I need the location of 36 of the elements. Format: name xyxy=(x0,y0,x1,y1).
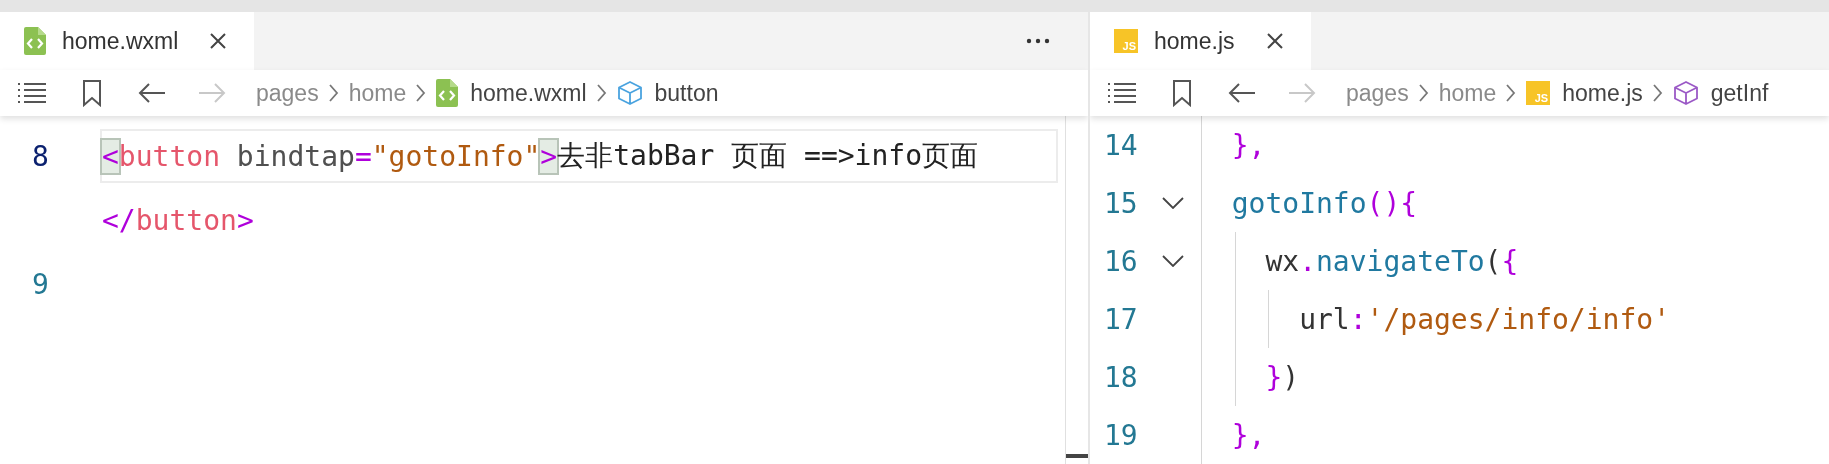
breadcrumb-item[interactable]: getInf xyxy=(1672,79,1769,107)
editor-tab[interactable]: home.wxml xyxy=(0,12,255,70)
code-line: wx.navigateTo({ xyxy=(1198,232,1829,290)
line-number: 17 xyxy=(1104,302,1139,336)
line-number: 15 xyxy=(1104,186,1139,220)
more-icon[interactable] xyxy=(1026,38,1050,44)
code-line: gotoInfo(){ xyxy=(1198,174,1829,232)
chevron-right-icon xyxy=(328,84,339,102)
line-number: 8 xyxy=(32,139,49,173)
breadcrumb-item[interactable]: button xyxy=(616,79,719,107)
chevron-right-icon xyxy=(596,84,607,102)
line-number: 16 xyxy=(1104,244,1139,278)
js-file-icon: JS xyxy=(1526,81,1551,105)
editor-tab[interactable]: JS home.js xyxy=(1090,12,1311,70)
code-line: }, xyxy=(1198,116,1829,174)
code-line: </button> xyxy=(101,202,255,239)
scroll-marker xyxy=(1066,454,1088,458)
code-line: }) xyxy=(1198,348,1829,406)
line-number: 19 xyxy=(1104,418,1139,452)
chevron-right-icon xyxy=(1506,84,1517,102)
code-line: url:'/pages/info/info' xyxy=(1198,290,1829,348)
scrollbar-track[interactable] xyxy=(1065,116,1088,464)
breadcrumb-item[interactable]: home.wxml xyxy=(436,79,587,107)
fold-chevron-icon[interactable] xyxy=(1162,197,1184,209)
code-line: }, xyxy=(1198,406,1829,464)
fold-chevron-icon[interactable] xyxy=(1162,255,1184,267)
file-icon xyxy=(436,79,459,107)
file-icon xyxy=(24,27,46,55)
chevron-right-icon xyxy=(1418,84,1429,102)
line-number: 18 xyxy=(1104,360,1139,394)
chevron-right-icon xyxy=(416,84,427,102)
line-number: 14 xyxy=(1104,128,1139,162)
js-file-icon: JS xyxy=(1114,29,1138,53)
breadcrumb-item[interactable]: JS home.js xyxy=(1526,79,1643,107)
chevron-right-icon xyxy=(1652,84,1663,102)
line-number: 9 xyxy=(32,267,49,301)
